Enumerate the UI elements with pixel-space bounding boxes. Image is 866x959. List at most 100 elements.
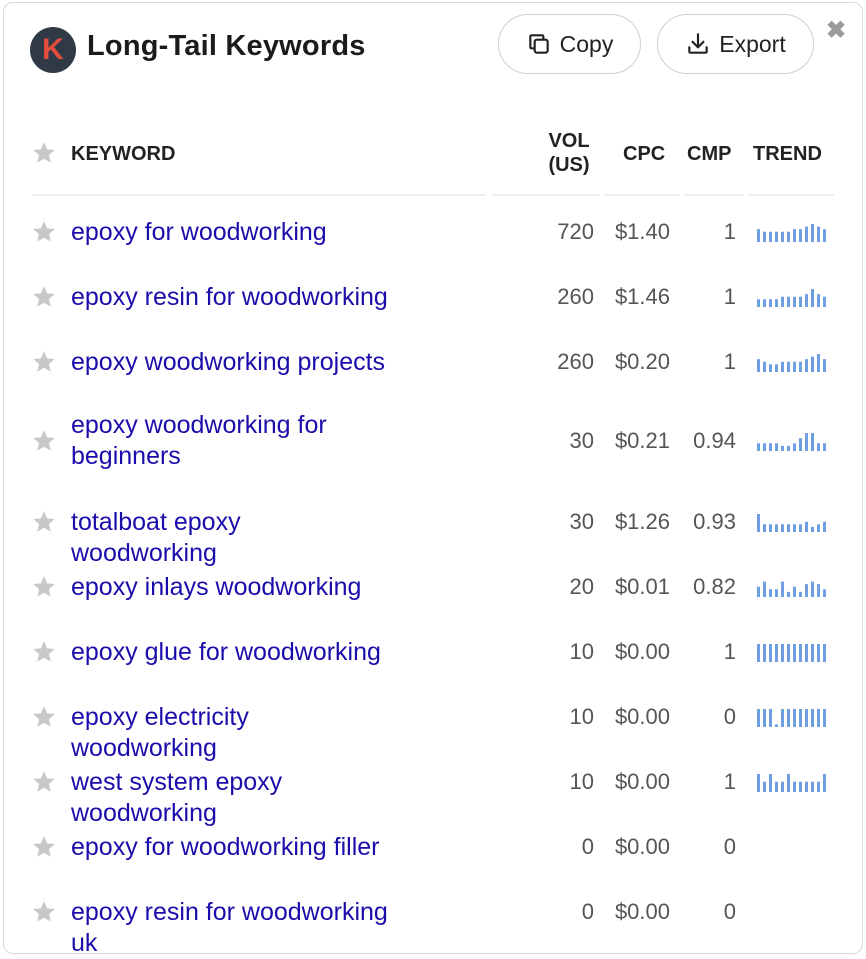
column-header-cpc[interactable]: CPC bbox=[623, 143, 665, 166]
trend-bar bbox=[799, 781, 802, 792]
trend-bar bbox=[817, 644, 820, 662]
trend-bar bbox=[775, 524, 778, 532]
cpc-value: $0.00 bbox=[614, 704, 670, 729]
trend-bar bbox=[817, 354, 820, 372]
cpc-value: $0.00 bbox=[614, 639, 670, 664]
trend-bar bbox=[823, 359, 826, 372]
keyword-link[interactable]: epoxy resin for woodworking uk bbox=[71, 897, 391, 959]
export-button[interactable]: Export bbox=[657, 14, 814, 74]
trend-bar bbox=[793, 709, 796, 727]
logo-letter: K bbox=[42, 33, 64, 66]
star-icon[interactable] bbox=[31, 639, 57, 665]
table-row: epoxy woodworking for beginners 30 $0.21 0.… bbox=[4, 396, 862, 486]
volume-value: 20 bbox=[569, 574, 594, 599]
table-row: epoxy for woodworking 720 $1.40 1 bbox=[4, 201, 862, 263]
keyword-link[interactable]: epoxy glue for woodworking bbox=[71, 637, 391, 668]
star-icon[interactable] bbox=[31, 899, 57, 925]
trend-bar bbox=[805, 433, 808, 451]
table-row: epoxy for woodworking filler 0 $0.00 0 bbox=[4, 816, 862, 878]
keyword-link[interactable]: epoxy resin for woodworking bbox=[71, 282, 391, 313]
keyword-link[interactable]: epoxy inlays woodworking bbox=[71, 572, 391, 603]
trend-bar bbox=[763, 524, 766, 532]
trend-bar bbox=[763, 644, 766, 662]
trend-bar bbox=[805, 584, 808, 597]
column-header-cmp[interactable]: CMP bbox=[687, 143, 731, 166]
trend-sparkline bbox=[757, 581, 826, 597]
star-icon[interactable] bbox=[31, 509, 57, 535]
trend-bar bbox=[805, 709, 808, 727]
trend-sparkline bbox=[757, 289, 826, 307]
close-icon[interactable]: ✖ bbox=[826, 19, 846, 43]
trend-bar bbox=[757, 586, 760, 597]
volume-value: 720 bbox=[557, 219, 594, 244]
star-all-icon[interactable] bbox=[31, 140, 57, 166]
star-icon[interactable] bbox=[31, 428, 57, 454]
trend-bar bbox=[769, 644, 772, 662]
trend-bar bbox=[817, 294, 820, 307]
cmp-value: 1 bbox=[723, 284, 736, 309]
trend-bar bbox=[793, 524, 796, 532]
star-icon[interactable] bbox=[31, 349, 57, 375]
cpc-value: $1.26 bbox=[614, 509, 670, 534]
export-button-label: Export bbox=[719, 30, 786, 57]
trend-bar bbox=[757, 514, 760, 532]
trend-bar bbox=[763, 781, 766, 792]
column-header-volume[interactable]: VOL (US) bbox=[544, 129, 594, 177]
volume-value: 10 bbox=[569, 704, 594, 729]
keyword-link[interactable]: epoxy for woodworking filler bbox=[71, 832, 391, 863]
trend-bar bbox=[799, 644, 802, 662]
copy-button[interactable]: Copy bbox=[498, 14, 641, 74]
table-row: epoxy resin for woodworking uk 0 $0.00 0 bbox=[4, 881, 862, 957]
keyword-link[interactable]: epoxy woodworking for beginners bbox=[71, 410, 391, 472]
star-icon[interactable] bbox=[31, 834, 57, 860]
trend-bar bbox=[805, 294, 808, 307]
table-row: west system epoxy woodworking 10 $0.00 1 bbox=[4, 751, 862, 827]
star-icon[interactable] bbox=[31, 284, 57, 310]
trend-bar bbox=[823, 296, 826, 307]
cpc-value: $0.00 bbox=[614, 769, 670, 794]
star-icon[interactable] bbox=[31, 219, 57, 245]
cpc-value: $0.21 bbox=[614, 428, 670, 453]
panel-title: Long-Tail Keywords bbox=[87, 30, 366, 62]
volume-value: 30 bbox=[569, 428, 594, 453]
trend-bar bbox=[811, 224, 814, 242]
trend-bar bbox=[823, 589, 826, 597]
trend-bar bbox=[793, 296, 796, 307]
trend-bar bbox=[781, 445, 784, 451]
trend-bar bbox=[781, 231, 784, 242]
header-divider bbox=[604, 194, 680, 196]
trend-bar bbox=[817, 781, 820, 792]
table-row: epoxy inlays woodworking 20 $0.01 0.82 bbox=[4, 556, 862, 618]
keyword-link[interactable]: epoxy woodworking projects bbox=[71, 347, 391, 378]
copy-icon bbox=[528, 34, 549, 54]
trend-bar bbox=[763, 231, 766, 242]
star-icon[interactable] bbox=[31, 704, 57, 730]
trend-bar bbox=[787, 709, 790, 727]
trend-bar bbox=[775, 724, 778, 727]
trend-bar bbox=[787, 445, 790, 451]
header-divider bbox=[684, 194, 744, 196]
header-divider bbox=[492, 194, 600, 196]
trend-bar bbox=[799, 524, 802, 532]
trend-bar bbox=[799, 709, 802, 727]
table-row: epoxy glue for woodworking 10 $0.00 1 bbox=[4, 621, 862, 683]
trend-bar bbox=[823, 443, 826, 451]
panel-header: K Long-Tail Keywords Copy Export ✖ bbox=[4, 3, 862, 103]
trend-bar bbox=[775, 589, 778, 597]
trend-bar bbox=[823, 774, 826, 792]
keyword-link[interactable]: epoxy for woodworking bbox=[71, 217, 391, 248]
cmp-value: 1 bbox=[723, 769, 736, 794]
trend-bar bbox=[793, 229, 796, 242]
cmp-value: 0.93 bbox=[693, 509, 736, 534]
trend-bar bbox=[805, 781, 808, 792]
trend-bar bbox=[817, 584, 820, 597]
copy-button-label: Copy bbox=[559, 30, 614, 57]
trend-sparkline bbox=[757, 709, 826, 727]
trend-bar bbox=[763, 361, 766, 372]
trend-bar bbox=[769, 774, 772, 792]
header-divider bbox=[748, 194, 834, 196]
star-icon[interactable] bbox=[31, 574, 57, 600]
column-header-keyword[interactable]: KEYWORD bbox=[71, 143, 175, 166]
column-header-trend[interactable]: TREND bbox=[753, 143, 822, 166]
star-icon[interactable] bbox=[31, 769, 57, 795]
